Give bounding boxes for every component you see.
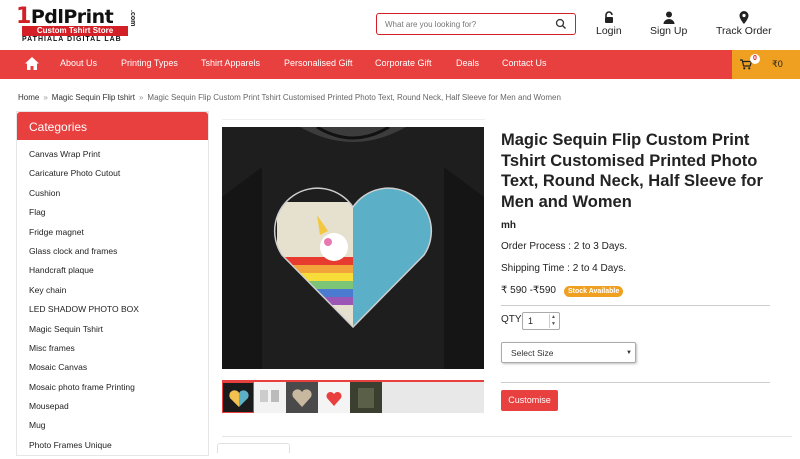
nav-corporate-gift[interactable]: Corporate Gift bbox=[375, 58, 432, 68]
track-order-label: Track Order bbox=[716, 25, 772, 37]
categories-heading: Categories bbox=[17, 112, 208, 140]
thumbnail[interactable] bbox=[254, 382, 286, 413]
logo-wordmark: PdlPrint bbox=[30, 6, 114, 28]
shipping-time: Shipping Time : 2 to 4 Days. bbox=[501, 263, 627, 274]
search-input[interactable] bbox=[385, 17, 545, 31]
image-frame-top bbox=[222, 119, 485, 120]
description-tab[interactable] bbox=[217, 443, 290, 453]
category-item[interactable]: Fridge magnet bbox=[17, 227, 208, 246]
product-price: ₹ 590 -₹590 bbox=[501, 285, 556, 296]
search-icon[interactable] bbox=[555, 18, 567, 30]
categories-panel: Categories Canvas Wrap Print Caricature … bbox=[16, 111, 209, 456]
category-item[interactable]: Mousepad bbox=[17, 401, 208, 420]
cart-count: 0 bbox=[750, 54, 760, 64]
logo-subtitle: PATHIALA DIGITAL LAB bbox=[22, 36, 122, 43]
categories-list: Canvas Wrap Print Caricature Photo Cutou… bbox=[17, 140, 208, 459]
user-icon bbox=[663, 11, 675, 24]
category-item[interactable]: Mosaic Canvas bbox=[17, 362, 208, 381]
breadcrumb-category[interactable]: Magic Sequin Flip tshirt bbox=[52, 93, 135, 102]
logo-tagline: Custom Tshirt Store bbox=[22, 26, 128, 36]
lock-icon bbox=[604, 11, 613, 23]
search-box bbox=[376, 13, 576, 35]
category-item[interactable]: Misc frames bbox=[17, 343, 208, 362]
nav-personalised-gift[interactable]: Personalised Gift bbox=[284, 58, 353, 68]
logo-domain: .com bbox=[129, 10, 136, 27]
qty-spinner[interactable]: ▲ ▼ bbox=[549, 314, 557, 328]
order-process: Order Process : 2 to 3 Days. bbox=[501, 241, 628, 252]
tshirt-photo bbox=[222, 127, 484, 369]
category-item[interactable]: Canvas Wrap Print bbox=[17, 149, 208, 168]
category-item[interactable]: Magic Sequin Tshirt bbox=[17, 324, 208, 343]
login-link[interactable]: Login bbox=[596, 11, 622, 37]
divider bbox=[501, 382, 770, 383]
cart-amount: ₹0 bbox=[772, 59, 783, 69]
thumbnail-strip bbox=[222, 382, 484, 413]
nav-about-us[interactable]: About Us bbox=[60, 58, 97, 68]
breadcrumb-current: Magic Sequin Flip Custom Print Tshirt Cu… bbox=[147, 93, 561, 102]
signup-label: Sign Up bbox=[650, 25, 688, 37]
nav-deals[interactable]: Deals bbox=[456, 58, 479, 68]
map-marker-icon bbox=[739, 11, 749, 24]
divider bbox=[501, 305, 770, 306]
section-divider bbox=[222, 436, 792, 437]
breadcrumb-home[interactable]: Home bbox=[18, 93, 39, 102]
category-item[interactable]: Mug bbox=[17, 420, 208, 439]
category-item[interactable]: Cushion bbox=[17, 188, 208, 207]
size-select[interactable]: Select Size ▼ bbox=[501, 342, 636, 363]
thumbnail[interactable] bbox=[286, 382, 318, 413]
chevron-down-icon: ▼ bbox=[626, 350, 632, 356]
category-item[interactable]: Flag bbox=[17, 207, 208, 226]
cart-button[interactable]: 0 ₹0 bbox=[732, 50, 800, 79]
category-item[interactable]: Photo Frames Unique bbox=[17, 440, 208, 459]
thumbnail[interactable] bbox=[350, 382, 382, 413]
customise-button[interactable]: Customise bbox=[501, 390, 558, 411]
category-item[interactable]: Mosaic photo frame Printing bbox=[17, 382, 208, 401]
header: 1PdlPrint Custom Tshirt Store PATHIALA D… bbox=[0, 0, 800, 50]
category-item[interactable]: LED SHADOW PHOTO BOX bbox=[17, 304, 208, 323]
product-image[interactable] bbox=[222, 127, 484, 369]
category-item[interactable]: Caricature Photo Cutout bbox=[17, 168, 208, 187]
track-order-link[interactable]: Track Order bbox=[716, 11, 772, 37]
qty-value: 1 bbox=[528, 316, 534, 326]
nav-contact-us[interactable]: Contact Us bbox=[502, 58, 547, 68]
product-title: Magic Sequin Flip Custom Print Tshirt Cu… bbox=[501, 131, 763, 211]
category-item[interactable]: Key chain bbox=[17, 285, 208, 304]
login-label: Login bbox=[596, 25, 622, 37]
nav-printing-types[interactable]: Printing Types bbox=[121, 58, 178, 68]
size-select-value: Select Size bbox=[511, 348, 554, 358]
main-nav: About Us Printing Types Tshirt Apparels … bbox=[0, 50, 800, 79]
quantity-stepper[interactable]: 1 ▲ ▼ bbox=[522, 312, 560, 330]
breadcrumb: Home» Magic Sequin Flip tshirt» Magic Sequ… bbox=[18, 93, 561, 102]
category-item[interactable]: Glass clock and frames bbox=[17, 246, 208, 265]
site-logo[interactable]: 1PdlPrint Custom Tshirt Store PATHIALA D… bbox=[16, 4, 138, 46]
category-item[interactable]: Handcraft plaque bbox=[17, 265, 208, 284]
home-icon[interactable] bbox=[24, 56, 40, 71]
thumbnail[interactable] bbox=[318, 382, 350, 413]
thumbnail[interactable] bbox=[222, 382, 254, 413]
product-brand: mh bbox=[501, 220, 516, 231]
nav-tshirt-apparels[interactable]: Tshirt Apparels bbox=[201, 58, 260, 68]
stock-badge: Stock Available bbox=[564, 286, 624, 297]
signup-link[interactable]: Sign Up bbox=[650, 11, 687, 37]
qty-label: QTY: bbox=[501, 314, 524, 325]
